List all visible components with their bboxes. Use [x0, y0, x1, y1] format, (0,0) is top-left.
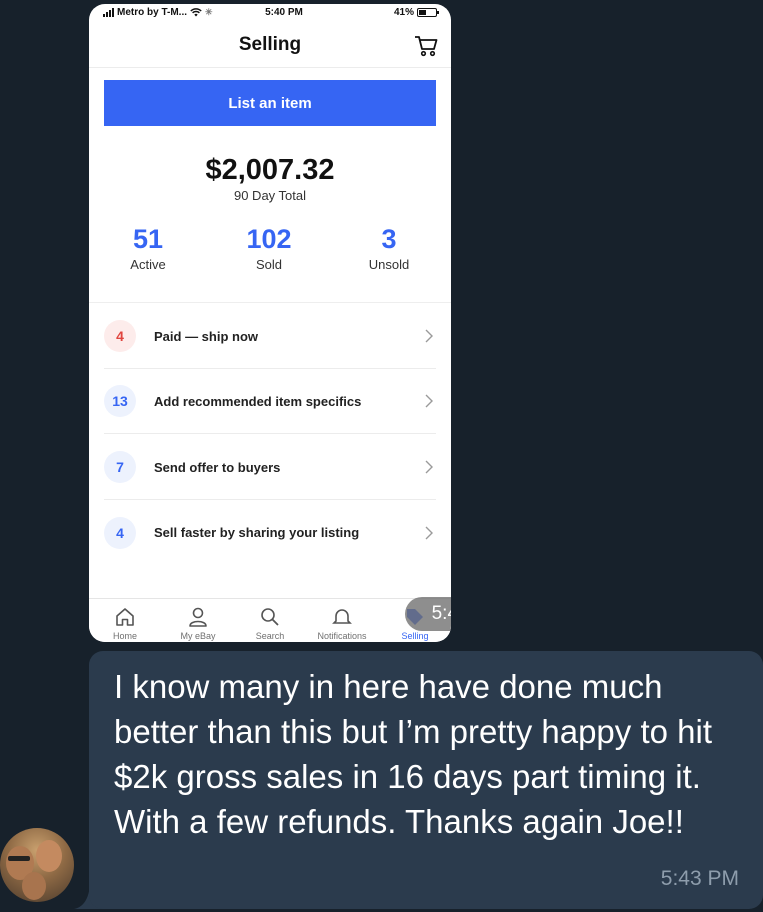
user-icon — [189, 607, 207, 627]
chevron-right-icon — [425, 460, 433, 474]
ninety-day-total-label: 90 Day Total — [233, 188, 307, 203]
tab-bar: Home My eBay Search Notifications Sellin… — [89, 598, 451, 642]
stat-unsold-value: 3 — [381, 224, 397, 254]
tab-selling-label: Selling — [401, 631, 429, 641]
tab-home-label: Home — [112, 631, 137, 641]
task-count-badge: 4 — [104, 516, 136, 549]
task-count-badge: 13 — [104, 385, 136, 417]
stat-active[interactable]: 51 Active — [103, 224, 193, 272]
message-timestamp: 5:43 PM — [660, 867, 739, 890]
tab-my-ebay[interactable]: My eBay — [162, 599, 234, 641]
task-row-share-listing[interactable]: 4 Sell faster by sharing your listing — [104, 500, 436, 565]
task-row-send-offer[interactable]: 7 Send offer to buyers — [104, 435, 436, 500]
battery-percent: 41% — [393, 7, 414, 18]
stat-sold-label: Sold — [255, 257, 283, 272]
tab-search-label: Search — [255, 631, 285, 641]
home-icon — [116, 608, 134, 626]
chevron-right-icon — [425, 526, 433, 539]
status-right: 41% — [393, 7, 439, 18]
chevron-right-icon — [425, 394, 433, 408]
battery-icon — [417, 8, 439, 17]
bell-icon — [332, 609, 352, 624]
photo-timestamp-overlay: 5:43 PM — [405, 597, 451, 631]
stat-unsold-label: Unsold — [368, 257, 410, 272]
status-bar: Metro by T-M... ✳ 5:40 PM 41% — [89, 4, 451, 22]
page-title: Selling — [238, 34, 302, 55]
section-divider — [89, 302, 451, 303]
avatar[interactable] — [0, 828, 74, 902]
task-label: Add recommended item specifics — [154, 393, 362, 409]
stat-active-label: Active — [130, 257, 166, 272]
stat-sold[interactable]: 102 Sold — [224, 224, 314, 272]
task-count-badge: 4 — [104, 320, 136, 352]
tab-notifications[interactable]: Notifications — [306, 599, 378, 641]
list-an-item-button[interactable]: List an item — [104, 80, 436, 126]
shared-screenshot[interactable]: Metro by T-M... ✳ 5:40 PM 41% Selling Li… — [89, 4, 451, 642]
stat-unsold[interactable]: 3 Unsold — [344, 224, 434, 272]
tab-search[interactable]: Search — [234, 599, 306, 641]
tab-notifications-label: Notifications — [317, 631, 367, 641]
stat-active-value: 51 — [132, 224, 164, 254]
stat-sold-value: 102 — [246, 224, 292, 254]
cart-icon[interactable] — [413, 34, 439, 58]
chevron-right-icon — [425, 329, 433, 343]
ninety-day-total-amount: $2,007.32 — [205, 154, 335, 186]
task-row-paid-ship-now[interactable]: 4 Paid — ship now — [104, 304, 436, 369]
tab-my-ebay-label: My eBay — [180, 631, 216, 641]
task-label: Paid — ship now — [154, 328, 259, 344]
search-icon — [261, 608, 279, 626]
task-label: Sell faster by sharing your listing — [154, 525, 360, 540]
navigation-bar: Selling — [89, 24, 451, 68]
task-count-badge: 7 — [104, 451, 136, 483]
message-text: I know many in here have done much bette… — [114, 668, 712, 840]
tab-home[interactable]: Home — [89, 599, 161, 641]
task-label: Send offer to buyers — [154, 459, 281, 475]
task-row-item-specifics[interactable]: 13 Add recommended item specifics — [104, 369, 436, 434]
